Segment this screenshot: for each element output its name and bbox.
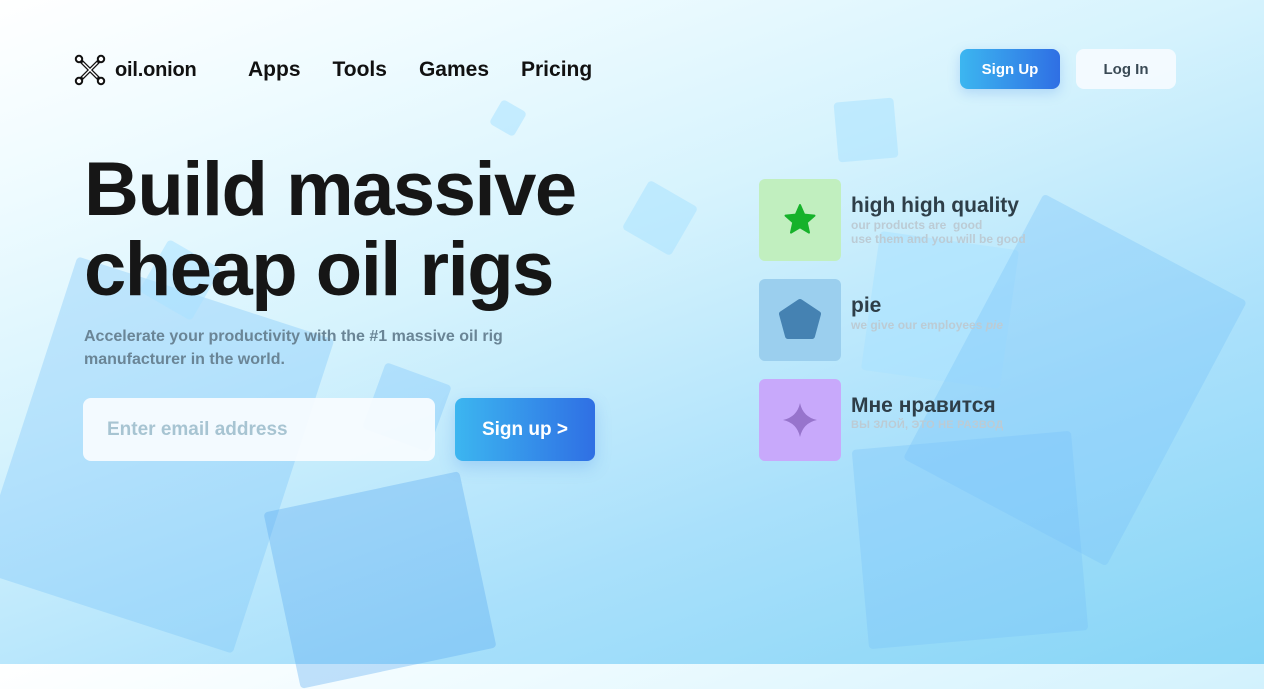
hero-title: Build massive cheap oil rigs [84,150,644,310]
hero-signup-button[interactable]: Sign up > [455,398,595,461]
feature-text: Мне нравится ВЫ ЗЛОЙ, ЭТО НЕ РАЗВОД [851,379,1003,461]
feature-card-likes: Мне нравится ВЫ ЗЛОЙ, ЭТО НЕ РАЗВОД [759,379,1003,461]
feature-desc-emphasis: pie [985,318,1004,332]
feature-card-quality: high high quality our products are good … [759,179,1026,261]
brand-name: oil.onion [115,58,197,81]
bg-shape [488,98,528,138]
feature-desc-line: our products are good [851,218,983,232]
nav-item-apps[interactable]: Apps [248,58,301,82]
hero-title-line-1: Build massive [84,147,577,232]
feature-desc-line: ВЫ ЗЛОЙ, ЭТО НЕ РАЗВОД [851,419,1004,431]
hero-subtitle: Accelerate your productivity with the #1… [84,328,503,368]
email-input[interactable] [83,398,435,461]
nav-item-games[interactable]: Games [419,58,489,82]
feature-tile [759,379,841,461]
feature-tile [759,279,841,361]
sparkle-icon [783,403,817,437]
nav-item-tools[interactable]: Tools [333,58,387,82]
bg-shape [833,97,899,163]
feature-title: Мне нравится [851,394,996,417]
feature-desc-prefix: we give our employees [851,318,986,332]
feature-desc-line: use them and you will be good [851,232,1026,246]
feature-text: pie we give our employees pie [851,279,1003,361]
main-nav: Apps Tools Games Pricing [248,58,592,82]
pentagon-icon [779,299,821,339]
feature-desc-line: we give our employees pie [851,318,1003,332]
feature-title: pie [851,294,882,317]
header-login-button[interactable]: Log In [1076,49,1176,89]
star-icon [784,204,816,234]
crossed-bones-logo-icon [74,54,106,86]
feature-card-pie: pie we give our employees pie [759,279,1003,361]
nav-item-pricing[interactable]: Pricing [521,58,592,82]
header-signup-button[interactable]: Sign Up [960,49,1060,89]
feature-text: high high quality our products are good … [851,179,1026,261]
brand-logo[interactable]: oil.onion [74,54,197,86]
feature-tile [759,179,841,261]
bg-shape [851,430,1089,650]
feature-title: high high quality [851,194,1019,217]
bg-shape [263,471,497,689]
hero-title-line-2: cheap oil rigs [84,227,554,312]
